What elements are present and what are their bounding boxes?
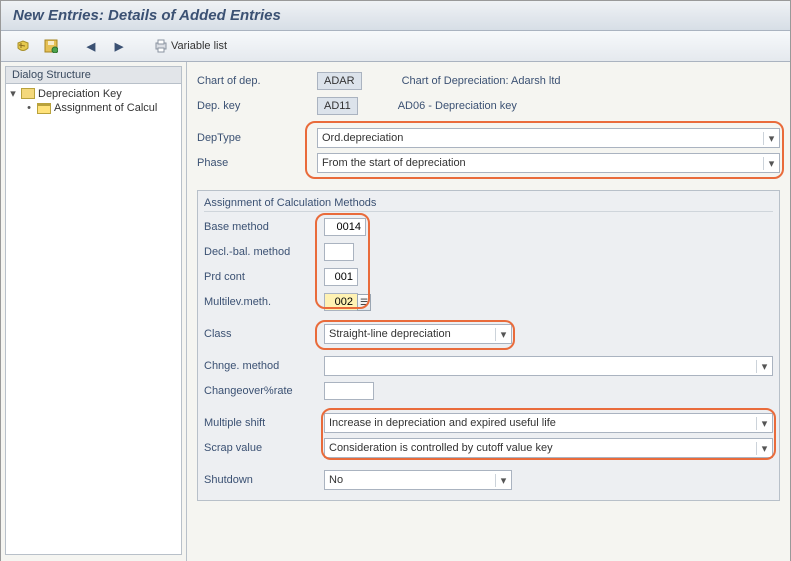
scrap-value-label: Scrap value [204, 442, 324, 454]
class-row: Class Straight-line depreciation ▾ [204, 323, 773, 345]
phase-row: Phase From the start of depreciation ▾ [197, 152, 780, 174]
chevron-down-icon: ▾ [495, 328, 511, 341]
folder-icon [21, 88, 35, 99]
base-method-label: Base method [204, 221, 324, 233]
variable-list-button[interactable]: Variable list [147, 36, 234, 56]
decl-bal-input[interactable] [324, 243, 354, 261]
deptype-label: DepType [197, 132, 317, 144]
tree-leaf-icon: • [24, 102, 34, 114]
deptype-value: Ord.depreciation [322, 132, 403, 144]
dialog-structure-header: Dialog Structure [5, 66, 182, 84]
phase-label: Phase [197, 157, 317, 169]
prev-icon[interactable]: ◀ [79, 35, 103, 57]
chevron-down-icon: ▾ [756, 360, 772, 373]
shutdown-value: No [329, 474, 343, 486]
phase-value: From the start of depreciation [322, 157, 466, 169]
toggle-icon[interactable] [11, 35, 35, 57]
window-title: New Entries: Details of Added Entries [1, 1, 790, 31]
folder-open-icon [37, 103, 51, 114]
next-icon[interactable]: ▶ [107, 35, 131, 57]
chevron-down-icon: ▾ [495, 474, 511, 487]
changeover-row: Changeover%rate [204, 380, 773, 402]
base-method-input[interactable] [324, 218, 366, 236]
dep-key-row: Dep. key AD11 AD06 - Depreciation key [197, 95, 780, 117]
prd-cont-row: Prd cont [204, 266, 773, 288]
prd-cont-input[interactable] [324, 268, 358, 286]
multiple-shift-value: Increase in depreciation and expired use… [329, 417, 556, 429]
chart-of-dep-label: Chart of dep. [197, 75, 317, 87]
changeover-label: Changeover%rate [204, 385, 324, 397]
tree-label: Assignment of Calcul [54, 102, 157, 114]
calc-methods-group: Assignment of Calculation Methods Base m… [197, 190, 780, 501]
dep-key-label: Dep. key [197, 100, 317, 112]
decl-bal-row: Decl.-bal. method [204, 241, 773, 263]
chnge-method-select[interactable]: ▾ [324, 356, 773, 376]
multiple-shift-select[interactable]: Increase in depreciation and expired use… [324, 413, 773, 433]
dialog-structure-pane: Dialog Structure ▾ Depreciation Key • As… [1, 62, 187, 561]
save-icon[interactable] [39, 35, 63, 57]
tree-label: Depreciation Key [38, 88, 122, 100]
prd-cont-label: Prd cont [204, 271, 324, 283]
chnge-method-row: Chnge. method ▾ [204, 355, 773, 377]
print-icon [154, 39, 168, 53]
shutdown-label: Shutdown [204, 474, 324, 486]
detail-pane: Chart of dep. ADAR Chart of Depreciation… [187, 62, 790, 561]
chart-of-dep-row: Chart of dep. ADAR Chart of Depreciation… [197, 70, 780, 92]
variable-list-label: Variable list [171, 40, 227, 52]
multiple-shift-label: Multiple shift [204, 417, 324, 429]
chart-of-dep-value: ADAR [317, 72, 362, 90]
scrap-value-value: Consideration is controlled by cutoff va… [329, 442, 553, 454]
decl-bal-label: Decl.-bal. method [204, 246, 324, 258]
scrap-value-select[interactable]: Consideration is controlled by cutoff va… [324, 438, 773, 458]
dep-key-desc: AD06 - Depreciation key [398, 100, 517, 112]
class-select[interactable]: Straight-line depreciation ▾ [324, 324, 512, 344]
shutdown-select[interactable]: No ▾ [324, 470, 512, 490]
tree-collapse-icon[interactable]: ▾ [8, 87, 18, 100]
chevron-down-icon: ▾ [763, 132, 779, 145]
toolbar: ◀ ▶ Variable list [1, 31, 790, 62]
multilev-input[interactable] [324, 293, 358, 311]
base-method-row: Base method [204, 216, 773, 238]
shutdown-row: Shutdown No ▾ [204, 469, 773, 491]
class-value: Straight-line depreciation [329, 328, 451, 340]
chevron-down-icon: ▾ [756, 417, 772, 430]
tree-item-assignment[interactable]: • Assignment of Calcul [6, 101, 181, 115]
tree: ▾ Depreciation Key • Assignment of Calcu… [5, 84, 182, 555]
multilev-row: Multilev.meth. ☰ [204, 291, 773, 313]
chevron-down-icon: ▾ [763, 157, 779, 170]
tree-item-depreciation-key[interactable]: ▾ Depreciation Key [6, 86, 181, 101]
multilev-label: Multilev.meth. [204, 296, 324, 308]
calc-methods-title: Assignment of Calculation Methods [204, 195, 773, 212]
phase-select[interactable]: From the start of depreciation ▾ [317, 153, 780, 173]
chart-of-dep-desc: Chart of Depreciation: Adarsh ltd [402, 75, 561, 87]
chnge-method-label: Chnge. method [204, 360, 324, 372]
changeover-input[interactable] [324, 382, 374, 400]
multiple-shift-row: Multiple shift Increase in depreciation … [204, 412, 773, 434]
deptype-select[interactable]: Ord.depreciation ▾ [317, 128, 780, 148]
dep-key-value: AD11 [317, 97, 358, 115]
chevron-down-icon: ▾ [756, 442, 772, 455]
deptype-row: DepType Ord.depreciation ▾ [197, 127, 780, 149]
scrap-value-row: Scrap value Consideration is controlled … [204, 437, 773, 459]
class-label: Class [204, 328, 324, 340]
search-help-icon[interactable]: ☰ [357, 294, 371, 311]
